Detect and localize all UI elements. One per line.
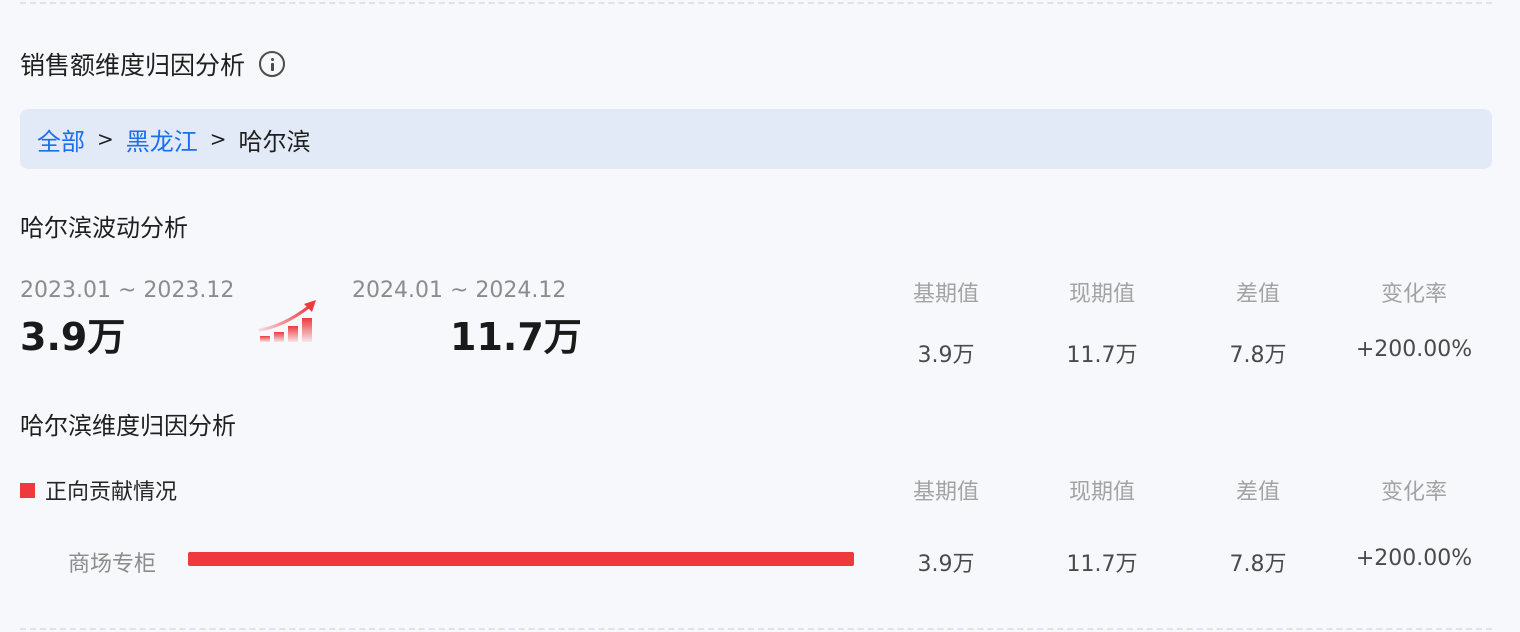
section-header: 销售额维度归因分析 (20, 46, 286, 82)
attr-col-diff-header: 差值 (1235, 480, 1280, 505)
current-value: 11.7万 (1066, 343, 1138, 368)
col-current-header: 现期值 (1068, 282, 1135, 307)
legend-swatch (20, 482, 35, 498)
breadcrumb-item-all[interactable]: 全部 (37, 122, 85, 157)
base-period-value: 3.9万 (20, 315, 126, 359)
attribution-title: 哈尔滨维度归因分析 (20, 412, 236, 440)
breadcrumb-separator: > (209, 127, 227, 151)
breadcrumb: 全部 > 黑龙江 > 哈尔滨 (20, 109, 1492, 169)
row-rate-value: +200.00% (1355, 546, 1473, 571)
contribution-bar[interactable] (188, 552, 854, 566)
info-icon[interactable] (259, 51, 286, 77)
col-base-header: 基期值 (912, 282, 979, 307)
base-value: 3.9万 (917, 343, 975, 368)
legend-label: 正向贡献情况 (45, 480, 178, 505)
top-divider (20, 2, 1492, 4)
breadcrumb-separator: > (97, 127, 114, 151)
contribution-bar-fill (188, 552, 854, 566)
row-diff-value: 7.8万 (1229, 552, 1287, 577)
col-rate-header: 变化率 (1380, 282, 1447, 307)
diff-value: 7.8万 (1229, 343, 1287, 368)
breadcrumb-current: 哈尔滨 (238, 127, 311, 156)
breadcrumb-item-province[interactable]: 黑龙江 (126, 122, 198, 157)
trend-up-icon (258, 300, 316, 342)
page-title: 销售额维度归因分析 (20, 51, 246, 80)
attr-col-base-header: 基期值 (912, 480, 979, 505)
attr-col-current-header: 现期值 (1068, 480, 1135, 505)
row-current-value: 11.7万 (1066, 552, 1138, 577)
row-base-value: 3.9万 (917, 552, 975, 577)
legend: 正向贡献情况 (20, 474, 177, 506)
base-period-label: 2023.01 ~ 2023.12 (20, 278, 235, 303)
current-period-label: 2024.01 ~ 2024.12 (352, 278, 567, 303)
attr-col-rate-header: 变化率 (1380, 480, 1447, 505)
fluctuation-title: 哈尔滨波动分析 (20, 214, 188, 242)
bottom-divider (20, 628, 1492, 630)
col-diff-header: 差值 (1235, 282, 1280, 307)
current-period-value: 11.7万 (450, 315, 582, 359)
row-label: 商场专柜 (68, 552, 157, 577)
rate-value: +200.00% (1355, 337, 1473, 362)
